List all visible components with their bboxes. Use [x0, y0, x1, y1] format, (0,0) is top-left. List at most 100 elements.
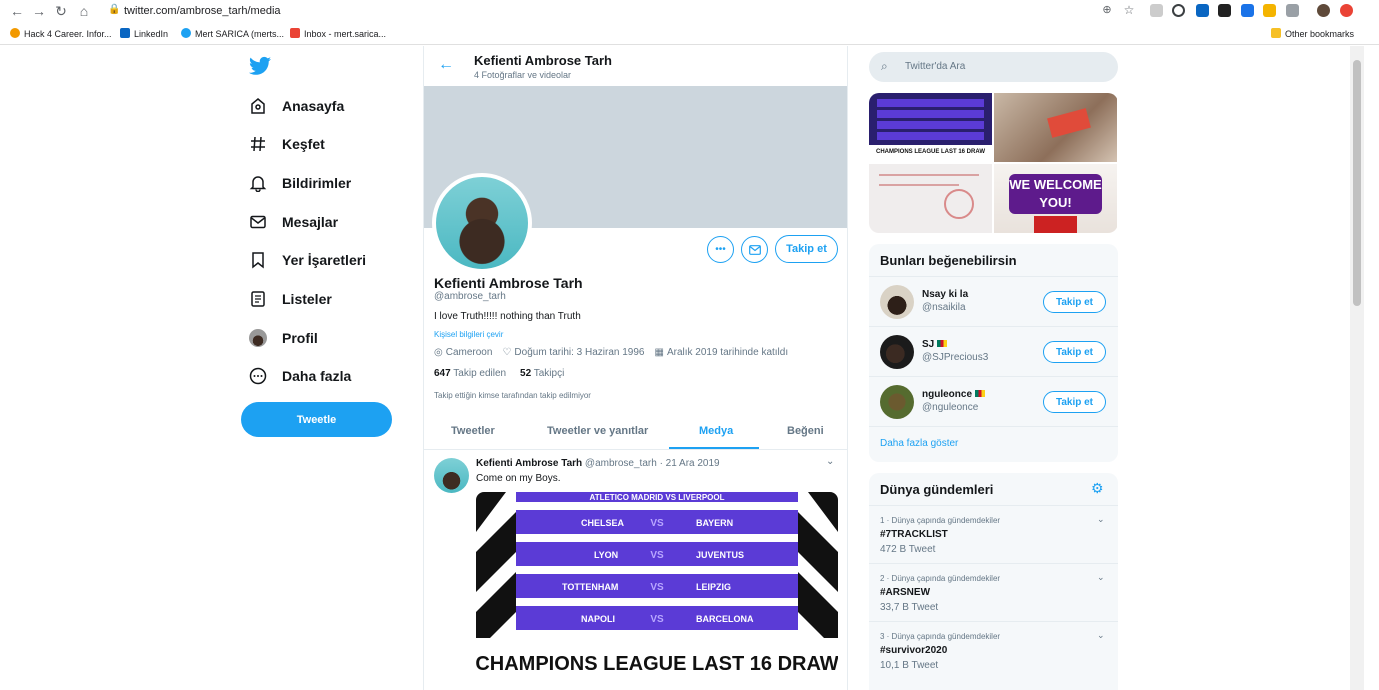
trend-tag[interactable]: #ARSNEW — [880, 587, 930, 598]
active-tab-indicator — [669, 447, 759, 449]
suggestion-item[interactable]: nguleonce @nguleonce Takip et — [869, 376, 1118, 426]
tweet-author-name[interactable]: Kefienti Ambrose Tarh — [476, 458, 582, 469]
tab-tweets[interactable]: Tweetler — [451, 425, 495, 437]
nav-messages[interactable]: Mesajlar — [248, 209, 338, 235]
media-thumbnails: CHAMPIONS LEAGUE LAST 16 DRAW WE WELCOME… — [869, 93, 1118, 233]
bookmark-gmail[interactable]: Inbox - mert.sarica... — [290, 28, 386, 39]
search-box[interactable]: ⌕ Twitter'da Ara — [869, 52, 1118, 82]
nav-lists[interactable]: Listeler — [248, 286, 332, 312]
suggestion-item[interactable]: Nsay ki la @nsaikila Takip et — [869, 276, 1118, 326]
suggestion-name[interactable]: SJ — [922, 339, 948, 350]
trend-count: 33,7 B Tweet — [880, 602, 939, 613]
more-circle-icon — [248, 366, 268, 386]
trend-tag[interactable]: #7TRACKLIST — [880, 529, 948, 540]
search-icon: ⌕ — [881, 59, 888, 73]
nav-profile[interactable]: Profil — [248, 325, 318, 351]
nav-bookmarks[interactable]: Yer İşaretleri — [248, 247, 366, 273]
tweet-text: Come on my Boys. — [476, 473, 561, 484]
folder-icon — [1271, 28, 1281, 38]
follow-button[interactable]: Takip et — [1043, 341, 1106, 363]
trend-item[interactable]: 3 · Dünya çapında gündemdekiler #survivo… — [869, 621, 1118, 679]
birthday-item: ♡ Doğum tarihi: 3 Haziran 1996 — [502, 347, 645, 358]
thumb-welcome[interactable]: WE WELCOME YOU! — [994, 164, 1117, 233]
trends-title: Dünya gündemleri — [880, 482, 994, 497]
follow-button[interactable]: Takip et — [1043, 391, 1106, 413]
nav-more[interactable]: Daha fazla — [248, 363, 351, 389]
thumb-document[interactable] — [869, 164, 992, 233]
avatar[interactable] — [880, 385, 914, 419]
back-arrow-icon[interactable]: ← — [438, 56, 454, 74]
twitter-logo-icon[interactable] — [249, 56, 271, 76]
main-column: ← Kefienti Ambrose Tarh 4 Fotoğraflar ve… — [423, 46, 848, 690]
show-more-row[interactable]: Daha fazla göster — [869, 426, 1118, 462]
extension-icon-4[interactable] — [1263, 4, 1276, 17]
chevron-down-icon[interactable]: ⌄ — [1097, 572, 1105, 583]
profile-avatar-icon[interactable] — [1317, 4, 1330, 17]
trend-item[interactable]: 2 · Dünya çapında gündemdekiler #ARSNEW … — [869, 563, 1118, 621]
draw-away-team: JUVENTUS — [696, 550, 744, 560]
add-icon[interactable]: ⊕ — [1098, 3, 1116, 16]
scrollbar-thumb[interactable] — [1353, 60, 1361, 306]
thumb-draw[interactable]: CHAMPIONS LEAGUE LAST 16 DRAW — [869, 93, 992, 162]
search-input[interactable]: Twitter'da Ara — [905, 61, 965, 72]
tweet-image[interactable]: ATLETICO MADRID VS LIVERPOOL CHELSEA VS … — [476, 492, 838, 690]
tab-tweets-replies[interactable]: Tweetler ve yanıtlar — [547, 425, 648, 437]
tweet-author-handle[interactable]: @ambrose_tarh — [585, 458, 657, 469]
browser-toolbar: ← → ↻ ⌂ 🔒 twitter.com/ambrose_tarh/media… — [0, 0, 1379, 24]
gear-icon[interactable]: ⚙ — [1091, 480, 1104, 497]
chevron-down-icon[interactable]: ⌄ — [1097, 514, 1105, 525]
message-icon[interactable] — [741, 236, 768, 263]
tab-likes[interactable]: Beğeni — [787, 425, 824, 437]
mail-icon — [248, 212, 268, 232]
tweet-button[interactable]: Tweetle — [241, 402, 392, 437]
extension-icon[interactable] — [1150, 4, 1163, 17]
update-icon[interactable] — [1340, 4, 1353, 17]
profile-avatar-icon — [248, 328, 268, 348]
bookmark-twitter[interactable]: Mert SARICA (merts... — [181, 28, 284, 39]
bookmarks-bar: Hack 4 Career. Infor... LinkedIn Mert SA… — [0, 24, 1379, 45]
nav-explore[interactable]: Keşfet — [248, 131, 325, 157]
follow-button[interactable]: Takip et — [1043, 291, 1106, 313]
avatar[interactable] — [880, 285, 914, 319]
extension-icon-2[interactable] — [1218, 4, 1231, 17]
thumb-photo-2[interactable] — [994, 93, 1117, 162]
header-title: Kefienti Ambrose Tarh — [474, 53, 612, 68]
draw-top-row: ATLETICO MADRID VS LIVERPOOL — [590, 493, 725, 502]
trend-item[interactable]: 1 · Dünya çapında gündemdekiler #7TRACKL… — [869, 505, 1118, 563]
extension-icon-5[interactable] — [1286, 4, 1299, 17]
block-extension-icon[interactable] — [1172, 4, 1185, 17]
bookmark-hack4career[interactable]: Hack 4 Career. Infor... — [10, 28, 112, 39]
page-scrollbar[interactable] — [1350, 46, 1364, 690]
nav-label: Anasayfa — [282, 98, 345, 114]
follow-button[interactable]: Takip et — [775, 235, 838, 263]
nav-home[interactable]: Anasayfa — [248, 93, 344, 119]
suggestion-name[interactable]: Nsay ki la — [922, 289, 968, 300]
reload-icon[interactable]: ↻ — [52, 3, 70, 20]
address-bar[interactable]: twitter.com/ambrose_tarh/media — [124, 5, 281, 17]
profile-avatar[interactable] — [432, 173, 532, 273]
suggestion-name[interactable]: nguleonce — [922, 389, 985, 400]
tweet-date[interactable]: · 21 Ara 2019 — [660, 458, 720, 469]
tweet-avatar[interactable] — [434, 458, 469, 493]
extension-icon-3[interactable] — [1241, 4, 1254, 17]
chevron-down-icon[interactable]: ⌄ — [826, 456, 834, 467]
other-bookmarks[interactable]: Other bookmarks — [1271, 28, 1354, 39]
translate-bio-link[interactable]: Kişisel bilgileri çevir — [434, 330, 503, 339]
trend-count: 10,1 B Tweet — [880, 660, 939, 671]
nav-notifications[interactable]: Bildirimler — [248, 170, 351, 196]
avatar[interactable] — [880, 335, 914, 369]
suggestion-item[interactable]: SJ @SJPrecious3 Takip et — [869, 326, 1118, 376]
more-options-icon[interactable]: ••• — [707, 236, 734, 263]
star-icon[interactable]: ☆ — [1120, 3, 1138, 17]
forward-icon[interactable]: → — [30, 3, 48, 19]
linkedin-extension-icon[interactable] — [1196, 4, 1209, 17]
chevron-down-icon[interactable]: ⌄ — [1097, 630, 1105, 641]
show-more-link[interactable]: Daha fazla göster — [880, 438, 958, 449]
bookmark-linkedin[interactable]: LinkedIn — [120, 28, 168, 39]
tab-media[interactable]: Medya — [699, 425, 733, 437]
back-icon[interactable]: ← — [8, 3, 26, 19]
followers-link[interactable]: 52 Takipçi — [520, 368, 564, 379]
home-browser-icon[interactable]: ⌂ — [75, 3, 93, 19]
trend-tag[interactable]: #survivor2020 — [880, 645, 947, 656]
following-link[interactable]: 647 Takip edilen — [434, 368, 506, 379]
